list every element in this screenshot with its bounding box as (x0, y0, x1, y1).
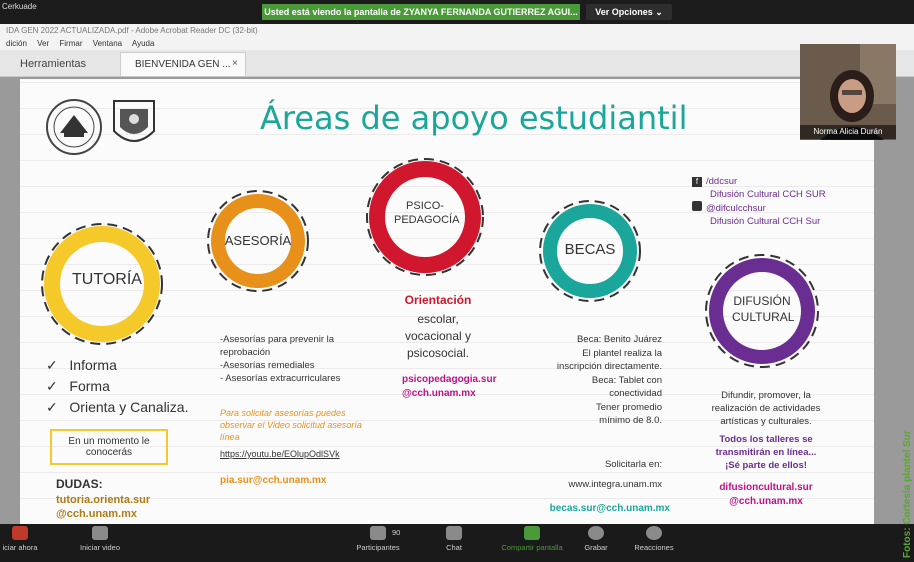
asesoria-email: pia.sur@cch.unam.mx (220, 475, 327, 486)
acrobat-menu-bar: dición Ver Firmar Ventana Ayuda (0, 37, 914, 50)
conoceras-box: En un momento le conocerás (50, 429, 168, 465)
difusion-text: Difundir, promover, la realización de ac… (711, 390, 821, 427)
reactions-button[interactable]: Reacciones (614, 526, 694, 552)
list-item: ✓ Forma (46, 378, 110, 394)
video-camera-icon (92, 526, 108, 540)
photo-credit: Fotos: Cortesía plantel Sur (902, 430, 913, 558)
participants-count: 90 (392, 528, 401, 537)
dudas-label: DUDAS: (56, 477, 103, 491)
list-item: ✓ Informa (46, 357, 117, 373)
participants-button[interactable]: Participantes (338, 526, 418, 552)
list-item: ✓ Orienta y Canaliza. (46, 399, 189, 415)
host-label: Cerkuade (2, 2, 37, 11)
share-screen-icon (524, 526, 540, 540)
chat-button[interactable]: Chat (414, 526, 494, 552)
becas-text: Beca: Benito Juárez El plantel realiza l… (556, 334, 662, 426)
difusion-email-1: difusioncultural.sur (719, 482, 813, 493)
chat-icon (446, 526, 462, 540)
psico-text: escolar, vocacional y psicosocial. (404, 312, 472, 360)
menu-item-edit[interactable]: dición (6, 39, 27, 48)
asesoria-label: ASESORÍA (224, 233, 292, 248)
pdf-page: Áreas de apoyo estudiantil f/ddcsur Difu… (20, 79, 874, 524)
becas-solicitar: Solicitarla en: (604, 459, 662, 470)
menu-item-window[interactable]: Ventana (93, 39, 122, 48)
difusion-highlight: Todos los talleres se transmitirán en lí… (715, 434, 817, 471)
psico-email-1: psicopedagogia.sur (402, 374, 497, 385)
participants-icon (370, 526, 386, 540)
tab-document[interactable]: BIENVENIDA GEN ... (120, 52, 246, 76)
microphone-icon (12, 526, 28, 540)
view-options-button[interactable]: Ver Opciones ⌄ (586, 4, 672, 20)
becas-url[interactable]: www.integra.unam.mx (532, 479, 662, 490)
smiley-icon (646, 526, 662, 540)
acrobat-window-title: IDA GEN 2022 ACTUALIZADA.pdf - Adobe Acr… (0, 24, 914, 37)
close-tab-icon[interactable]: × (232, 58, 238, 69)
asesoria-solicitar: Para solicitar asesorías puedes observar… (220, 408, 362, 442)
tutoria-label: TUTORÍA (72, 271, 142, 288)
difusion-email: difusioncultural.sur @cch.unam.mx (696, 481, 836, 509)
menu-item-view[interactable]: Ver (37, 39, 49, 48)
psico-email-2: @cch.unam.mx (402, 388, 476, 399)
asesoria-text: -Asesorías para prevenir la reprobación … (220, 334, 341, 384)
psico-heading: Orientación (404, 293, 472, 307)
becas-email: becas.sur@cch.unam.mx (549, 503, 670, 514)
psico-email: psicopedagogia.sur @cch.unam.mx (402, 373, 496, 401)
tab-tools[interactable]: Herramientas (20, 58, 86, 70)
record-icon (588, 526, 604, 540)
difusion-email-2: @cch.unam.mx (729, 496, 803, 507)
photo-credit-text: Fotos: Cortesía plantel Sur (902, 430, 913, 558)
tutoria-email-2: @cch.unam.mx (56, 508, 138, 520)
tutoria-list: ✓ Informa ✓ Forma ✓ Orienta y Canaliza. (46, 355, 188, 418)
becas-label: BECAS (564, 241, 616, 258)
tutoria-email-1: tutoria.orienta.sur (56, 494, 151, 506)
tutoria-email: tutoria.orienta.sur @cch.unam.mx (56, 493, 150, 521)
start-video-button[interactable]: Iniciar video (60, 526, 140, 552)
menu-item-help[interactable]: Ayuda (132, 39, 155, 48)
mute-button[interactable]: iciar ahora (0, 526, 60, 552)
view-options-label: Ver Opciones (595, 7, 653, 17)
chevron-down-icon: ⌄ (655, 7, 663, 17)
webcam-name-label: Norma Alicia Durán (800, 125, 896, 139)
asesoria-video-link[interactable]: https://youtu.be/EOlupOdlSVk (220, 449, 340, 459)
difusion-label: DIFUSIÓN CULTURAL (732, 294, 795, 324)
psico-label: PSICO-PEDAGOCÍA (394, 200, 460, 226)
menu-item-sign[interactable]: Firmar (59, 39, 82, 48)
screen-share-banner: Usted está viendo la pantalla de ZYANYA … (262, 4, 580, 20)
